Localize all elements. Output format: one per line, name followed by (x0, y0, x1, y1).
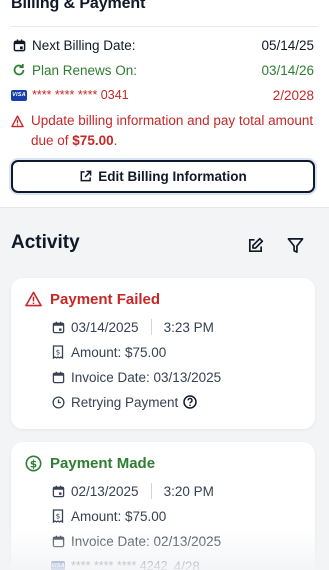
activity-time: 3:20 PM (163, 483, 214, 499)
visa-card-icon: VISA (51, 559, 65, 570)
activity-time: 3:23 PM (163, 319, 214, 335)
activity-invoice-date: Invoice Date: 03/13/2025 (71, 369, 222, 385)
divider (150, 483, 152, 499)
card-expiry: 2/2028 (272, 87, 314, 103)
billing-warning: Update billing information and pay total… (11, 111, 315, 151)
activity-card-number: **** **** **** 4242 (71, 559, 168, 570)
dollar-circle-icon: $ (24, 454, 42, 472)
activity-status: $ Payment Made (24, 454, 155, 472)
plan-renews-row: Plan Renews On: 03/14/26 (11, 60, 314, 80)
receipt-icon: $ (51, 345, 65, 359)
activity-amount-row: $ Amount: $75.00 (51, 506, 305, 526)
plan-renews-value: 03/14/26 (261, 62, 314, 78)
refresh-icon (11, 62, 27, 78)
activity-invoice-row: Invoice Date: 02/13/2025 (51, 531, 305, 551)
activity-amount: Amount: $75.00 (71, 344, 167, 360)
activity-card[interactable]: $ Payment Made 02/13/2025 3:20 PM $ Amou… (11, 442, 315, 570)
activity-status-label: Payment Made (50, 454, 156, 472)
calendar-icon (11, 37, 27, 53)
visa-card-icon: VISA (11, 87, 27, 103)
svg-text:$: $ (29, 458, 36, 470)
clock-icon (51, 395, 65, 409)
next-billing-label: Next Billing Date: (32, 37, 136, 53)
divider (150, 319, 152, 335)
billing-section: Billing & Payment Next Billing Date: 05/… (0, 0, 329, 208)
billing-title: Billing & Payment (11, 0, 146, 12)
activity-status-label: Payment Failed (50, 290, 161, 308)
svg-text:$: $ (56, 513, 60, 521)
next-billing-row: Next Billing Date: 05/14/25 (11, 35, 314, 55)
activity-date: 02/13/2025 (71, 483, 139, 499)
card-row: VISA **** **** **** 0341 2/2028 (11, 85, 314, 105)
svg-text:$: $ (56, 349, 60, 357)
edit-billing-label: Edit Billing Information (98, 169, 247, 184)
activity-card-expiry: 4/28 (173, 558, 200, 570)
receipt-icon: $ (51, 509, 65, 523)
card-number: **** **** **** 0341 (32, 88, 129, 102)
calendar-icon (51, 534, 65, 548)
activity-invoice-date: Invoice Date: 02/13/2025 (71, 533, 222, 549)
activity-amount: Amount: $75.00 (71, 508, 167, 524)
activity-retry-label: Retrying Payment (71, 394, 179, 410)
activity-amount-row: $ Amount: $75.00 (51, 342, 305, 362)
edit-icon[interactable] (245, 235, 265, 255)
external-link-icon (79, 170, 92, 183)
activity-invoice-row: Invoice Date: 03/13/2025 (51, 367, 305, 387)
activity-retry-row: Retrying Payment (51, 392, 305, 412)
warning-text: Update billing information and pay total… (31, 113, 314, 148)
activity-status: Payment Failed (24, 290, 160, 308)
help-icon[interactable] (183, 395, 198, 409)
divider (11, 26, 318, 27)
calendar-icon (51, 320, 65, 334)
calendar-icon (51, 484, 65, 498)
activity-date: 03/14/2025 (71, 319, 139, 335)
warning-amount: $75.00 (72, 133, 114, 148)
warning-icon (24, 290, 42, 308)
edit-billing-button[interactable]: Edit Billing Information (11, 160, 315, 193)
activity-card[interactable]: Payment Failed 03/14/2025 3:23 PM $ Amou… (11, 278, 315, 429)
activity-card-row: VISA **** **** **** 4242 4/28 (51, 556, 305, 570)
plan-renews-label: Plan Renews On: (32, 62, 138, 78)
next-billing-value: 05/14/25 (261, 37, 314, 53)
calendar-icon (51, 370, 65, 384)
activity-datetime: 03/14/2025 3:23 PM (51, 317, 305, 337)
warning-icon (11, 111, 27, 151)
activity-title: Activity (11, 232, 80, 253)
activity-datetime: 02/13/2025 3:20 PM (51, 481, 305, 501)
filter-icon[interactable] (285, 235, 305, 255)
